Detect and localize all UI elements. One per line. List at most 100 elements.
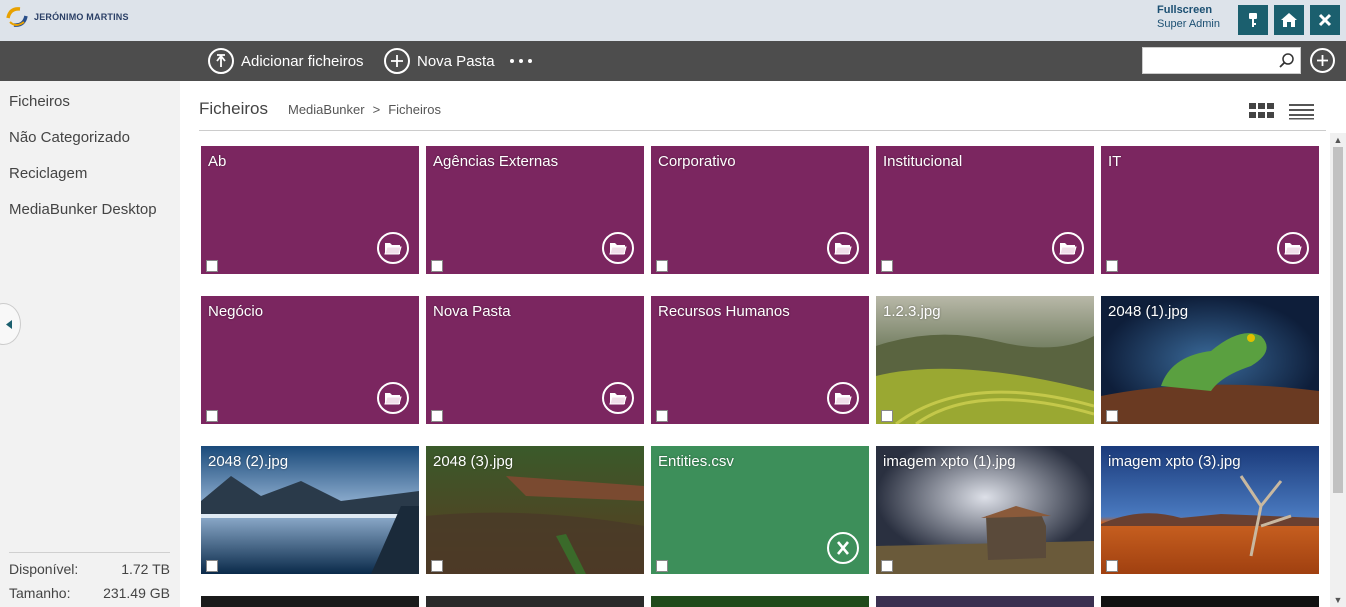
- folder-icon: [1052, 232, 1084, 264]
- folder-icon: [377, 232, 409, 264]
- folder-icon: [602, 382, 634, 414]
- folder-icon: [827, 232, 859, 264]
- new-folder-label: Nova Pasta: [417, 52, 495, 70]
- select-checkbox[interactable]: [431, 560, 443, 572]
- file-tile-partial[interactable]: [651, 596, 869, 607]
- chevron-left-icon: [6, 319, 12, 329]
- storage-available-value: 1.72 TB: [121, 561, 170, 577]
- user-role: Super Admin: [1157, 18, 1220, 30]
- file-tile-partial[interactable]: [876, 596, 1094, 607]
- tile-label: Negócio: [208, 303, 264, 320]
- breadcrumb-root[interactable]: MediaBunker: [288, 102, 365, 117]
- list-view-icon[interactable]: [1289, 102, 1315, 120]
- fullscreen-link[interactable]: Fullscreen: [1157, 4, 1220, 16]
- image-file-tile[interactable]: imagem xpto (1).jpg: [876, 446, 1094, 574]
- folder-tile[interactable]: Corporativo: [651, 146, 869, 274]
- folder-icon: [602, 232, 634, 264]
- csv-file-tile[interactable]: Entities.csv: [651, 446, 869, 574]
- tile-label: Institucional: [883, 153, 963, 170]
- storage-size-label: Tamanho:: [9, 585, 71, 601]
- scroll-down-icon[interactable]: ▼: [1333, 595, 1343, 605]
- select-checkbox[interactable]: [431, 410, 443, 422]
- add-files-button[interactable]: Adicionar ficheiros: [208, 48, 364, 74]
- folder-tile[interactable]: IT: [1101, 146, 1319, 274]
- image-file-tile[interactable]: imagem xpto (3).jpg: [1101, 446, 1319, 574]
- toolbar: Adicionar ficheiros Nova Pasta: [0, 41, 1346, 81]
- tile-label: Ab: [208, 153, 227, 170]
- select-checkbox[interactable]: [1106, 560, 1118, 572]
- storage-size-row: Tamanho: 231.49 GB: [9, 583, 170, 607]
- add-files-label: Adicionar ficheiros: [241, 52, 364, 70]
- tile-label: Recursos Humanos: [658, 303, 790, 320]
- image-file-tile[interactable]: 1.2.3.jpg: [876, 296, 1094, 424]
- home-icon: [1281, 13, 1297, 27]
- search-box: [1142, 47, 1301, 74]
- folder-tile[interactable]: Institucional: [876, 146, 1094, 274]
- tile-label: imagem xpto (1).jpg: [883, 453, 1016, 470]
- sidebar-item-mediabunker-desktop[interactable]: MediaBunker Desktop: [9, 201, 157, 218]
- storage-available-row: Disponível: 1.72 TB: [9, 559, 170, 583]
- breadcrumb-current: Ficheiros: [388, 102, 441, 117]
- select-checkbox[interactable]: [206, 560, 218, 572]
- select-checkbox[interactable]: [431, 260, 443, 272]
- plus-icon: [1317, 55, 1328, 66]
- file-tile-partial[interactable]: [426, 596, 644, 607]
- select-checkbox[interactable]: [656, 260, 668, 272]
- storage-available-label: Disponível:: [9, 561, 79, 577]
- more-options-icon[interactable]: [510, 59, 532, 63]
- folder-tile[interactable]: Ab: [201, 146, 419, 274]
- image-file-tile[interactable]: 2048 (1).jpg: [1101, 296, 1319, 424]
- select-checkbox[interactable]: [656, 410, 668, 422]
- sidebar-item-reciclagem[interactable]: Reciclagem: [9, 165, 87, 182]
- add-button[interactable]: [1310, 48, 1335, 73]
- select-checkbox[interactable]: [656, 560, 668, 572]
- folder-icon: [377, 382, 409, 414]
- folder-tile[interactable]: Recursos Humanos: [651, 296, 869, 424]
- select-checkbox[interactable]: [206, 410, 218, 422]
- breadcrumb: MediaBunker > Ficheiros: [288, 102, 441, 117]
- file-tile-partial[interactable]: [201, 596, 419, 607]
- select-checkbox[interactable]: [1106, 260, 1118, 272]
- new-folder-button[interactable]: Nova Pasta: [384, 48, 495, 74]
- scroll-thumb[interactable]: [1333, 147, 1343, 493]
- search-icon[interactable]: [1278, 52, 1296, 70]
- page-title: Ficheiros: [199, 99, 268, 118]
- breadcrumb-separator: >: [372, 102, 381, 117]
- scrollbar[interactable]: ▲ ▼: [1330, 133, 1346, 607]
- close-button[interactable]: [1310, 5, 1340, 35]
- key-button[interactable]: [1238, 5, 1268, 35]
- sidebar-item-ficheiros[interactable]: Ficheiros: [9, 93, 70, 110]
- scroll-up-icon[interactable]: ▲: [1333, 135, 1343, 145]
- logo-text: JERÓNIMO MARTINS: [34, 12, 129, 22]
- select-checkbox[interactable]: [881, 560, 893, 572]
- tile-label: 2048 (2).jpg: [208, 453, 289, 470]
- select-checkbox[interactable]: [881, 410, 893, 422]
- select-checkbox[interactable]: [881, 260, 893, 272]
- company-logo: JERÓNIMO MARTINS: [4, 4, 129, 30]
- image-file-tile[interactable]: 2048 (2).jpg: [201, 446, 419, 574]
- home-button[interactable]: [1274, 5, 1304, 35]
- file-tile-partial[interactable]: [1101, 596, 1319, 607]
- storage-size-value: 231.49 GB: [103, 585, 170, 601]
- sidebar-collapse-button[interactable]: [0, 303, 21, 345]
- sidebar: Ficheiros Não Categorizado Reciclagem Me…: [0, 81, 180, 607]
- logo-icon: [6, 7, 28, 27]
- close-icon: [1318, 13, 1332, 27]
- key-icon: [1249, 13, 1257, 27]
- sidebar-item-nao-categorizado[interactable]: Não Categorizado: [9, 129, 130, 146]
- tile-label: 2048 (3).jpg: [433, 453, 514, 470]
- header-divider: [199, 130, 1326, 131]
- search-input[interactable]: [1143, 48, 1273, 73]
- select-checkbox[interactable]: [206, 260, 218, 272]
- folder-tile[interactable]: Nova Pasta: [426, 296, 644, 424]
- folder-icon: [827, 382, 859, 414]
- main-content: Ficheiros MediaBunker > Ficheiros Ab Agên…: [180, 81, 1346, 607]
- select-checkbox[interactable]: [1106, 410, 1118, 422]
- upload-icon: [208, 48, 234, 74]
- folder-tile[interactable]: Negócio: [201, 296, 419, 424]
- folder-tile[interactable]: Agências Externas: [426, 146, 644, 274]
- top-header: JERÓNIMO MARTINS Fullscreen Super Admin: [0, 0, 1346, 41]
- image-file-tile[interactable]: 2048 (3).jpg: [426, 446, 644, 574]
- grid-view-icon[interactable]: [1249, 102, 1275, 120]
- tile-label: 2048 (1).jpg: [1108, 303, 1189, 320]
